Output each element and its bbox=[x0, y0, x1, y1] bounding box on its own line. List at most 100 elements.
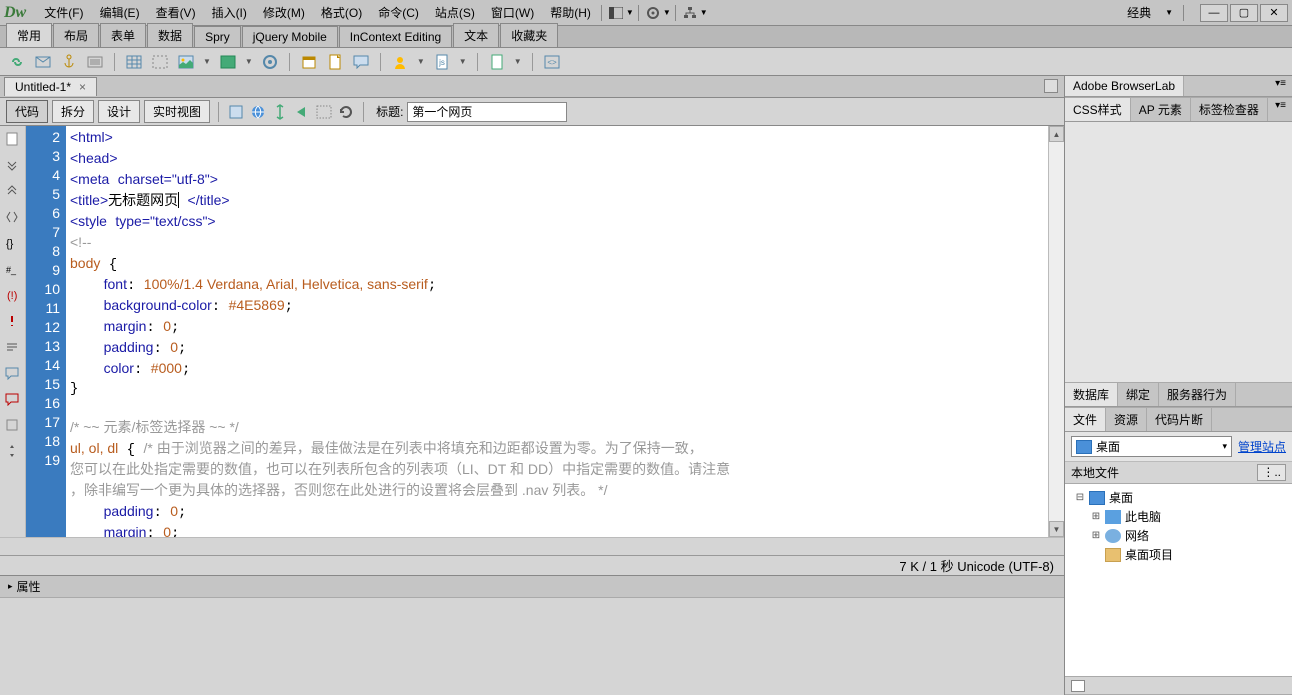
menu-view[interactable]: 查看(V) bbox=[150, 2, 202, 23]
line-numbers-icon[interactable]: #_ bbox=[5, 262, 21, 278]
email-link-icon[interactable] bbox=[34, 53, 52, 71]
media-icon[interactable] bbox=[219, 53, 237, 71]
hr-icon[interactable] bbox=[86, 53, 104, 71]
syntax-error-icon[interactable] bbox=[5, 314, 21, 330]
insert-tab-jquery[interactable]: jQuery Mobile bbox=[242, 26, 338, 47]
inspect-icon[interactable] bbox=[227, 103, 245, 121]
manage-sites-link[interactable]: 管理站点 bbox=[1238, 438, 1286, 455]
view-live-button[interactable]: 实时视图 bbox=[144, 100, 210, 123]
widget-icon[interactable] bbox=[261, 53, 279, 71]
panel-bindings[interactable]: 绑定 bbox=[1118, 383, 1159, 406]
open-docs-icon[interactable] bbox=[5, 132, 21, 148]
insert-panel-tabs: 常用 布局 表单 数据 Spry jQuery Mobile InContext… bbox=[0, 26, 1292, 48]
tree-row[interactable]: ⊞ 此电脑 bbox=[1071, 507, 1286, 526]
apply-comment-icon[interactable] bbox=[5, 366, 21, 382]
files-tree[interactable]: ⊟ 桌面 ⊞ 此电脑 ⊞ 网络 桌面项目 bbox=[1065, 484, 1292, 676]
insert-tab-text[interactable]: 文本 bbox=[453, 23, 499, 47]
tree-row[interactable]: ⊟ 桌面 bbox=[1071, 488, 1286, 507]
template-icon[interactable] bbox=[488, 53, 506, 71]
panel-css-styles[interactable]: CSS样式 bbox=[1065, 98, 1131, 121]
menu-commands[interactable]: 命令(C) bbox=[372, 2, 425, 23]
word-wrap-icon[interactable] bbox=[5, 340, 21, 356]
code-editor[interactable]: <html> <head> <meta charset="utf-8"> <ti… bbox=[66, 126, 1048, 537]
script-icon[interactable]: js bbox=[433, 53, 451, 71]
scroll-down-button[interactable]: ▼ bbox=[1049, 521, 1064, 537]
menu-help[interactable]: 帮助(H) bbox=[544, 2, 597, 23]
tag-selector-bar[interactable] bbox=[0, 537, 1064, 555]
properties-title[interactable]: 属性 bbox=[17, 578, 41, 595]
panel-menu-icon[interactable]: ▾≡ bbox=[1269, 98, 1292, 121]
comment-icon[interactable] bbox=[352, 53, 370, 71]
move-icon[interactable] bbox=[5, 444, 21, 460]
close-button[interactable]: ✕ bbox=[1260, 4, 1288, 22]
maximize-button[interactable]: ▢ bbox=[1230, 4, 1258, 22]
hyperlink-icon[interactable] bbox=[8, 53, 26, 71]
insert-tab-layout[interactable]: 布局 bbox=[53, 23, 99, 47]
menu-modify[interactable]: 修改(M) bbox=[257, 2, 311, 23]
menu-site[interactable]: 站点(S) bbox=[429, 2, 481, 23]
file-mgmt-icon[interactable] bbox=[271, 103, 289, 121]
insert-tab-data[interactable]: 数据 bbox=[147, 23, 193, 47]
menu-window[interactable]: 窗口(W) bbox=[485, 2, 540, 23]
files-log-icon[interactable] bbox=[1071, 680, 1085, 692]
site-dropdown[interactable]: 桌面 ▾ bbox=[1071, 436, 1232, 457]
panel-tag-inspector[interactable]: 标签检查器 bbox=[1191, 98, 1268, 121]
panel-menu-icon[interactable]: ▾≡ bbox=[1269, 76, 1292, 96]
view-design-button[interactable]: 设计 bbox=[98, 100, 140, 123]
expand-icon[interactable] bbox=[5, 184, 21, 200]
menu-insert[interactable]: 插入(I) bbox=[206, 2, 253, 23]
highlight-invalid-icon[interactable]: (!) bbox=[5, 288, 21, 304]
restore-doc-icon[interactable] bbox=[1044, 79, 1058, 93]
tree-row[interactable]: 桌面项目 bbox=[1071, 545, 1286, 564]
insert-tab-favorites[interactable]: 收藏夹 bbox=[500, 23, 558, 47]
select-parent-icon[interactable] bbox=[5, 210, 21, 226]
vertical-scrollbar[interactable]: ▲ ▼ bbox=[1048, 126, 1064, 537]
remove-comment-icon[interactable] bbox=[5, 392, 21, 408]
collapse-icon[interactable] bbox=[5, 158, 21, 174]
tag-chooser-icon[interactable]: <> bbox=[543, 53, 561, 71]
files-column-menu[interactable]: ⋮.. bbox=[1257, 464, 1286, 481]
div-icon[interactable] bbox=[151, 53, 169, 71]
menu-edit[interactable]: 编辑(E) bbox=[94, 2, 146, 23]
document-tab[interactable]: Untitled-1* × bbox=[4, 77, 97, 96]
insert-tab-common[interactable]: 常用 bbox=[6, 23, 52, 47]
ssi-icon[interactable] bbox=[326, 53, 344, 71]
panel-snippets[interactable]: 代码片断 bbox=[1147, 408, 1212, 431]
panel-databases[interactable]: 数据库 bbox=[1065, 383, 1118, 406]
panel-browserlab[interactable]: Adobe BrowserLab bbox=[1065, 76, 1184, 96]
extend-icon[interactable] bbox=[643, 3, 663, 23]
browser-preview-icon[interactable] bbox=[249, 103, 267, 121]
preview-debug-icon[interactable] bbox=[293, 103, 311, 121]
refresh-icon[interactable] bbox=[337, 103, 355, 121]
menu-file[interactable]: 文件(F) bbox=[38, 2, 89, 23]
desktop-icon bbox=[1076, 440, 1092, 454]
menu-format[interactable]: 格式(O) bbox=[315, 2, 368, 23]
anchor-icon[interactable] bbox=[60, 53, 78, 71]
files-column-header[interactable]: 本地文件 bbox=[1071, 464, 1119, 481]
page-title-input[interactable] bbox=[407, 102, 567, 122]
panel-ap-elements[interactable]: AP 元素 bbox=[1131, 98, 1191, 121]
insert-tab-forms[interactable]: 表单 bbox=[100, 23, 146, 47]
recent-snippets-icon[interactable] bbox=[5, 418, 21, 434]
date-icon[interactable] bbox=[300, 53, 318, 71]
layout-icon[interactable] bbox=[606, 3, 626, 23]
scroll-up-button[interactable]: ▲ bbox=[1049, 126, 1064, 142]
workspace-switcher[interactable]: 经典 bbox=[1119, 4, 1159, 21]
balance-braces-icon[interactable]: {} bbox=[5, 236, 21, 252]
head-icon[interactable] bbox=[391, 53, 409, 71]
view-code-button[interactable]: 代码 bbox=[6, 100, 48, 123]
close-tab-icon[interactable]: × bbox=[79, 80, 86, 94]
panel-server-behaviors[interactable]: 服务器行为 bbox=[1159, 383, 1236, 406]
svg-text:{}: {} bbox=[6, 238, 14, 250]
minimize-button[interactable]: — bbox=[1200, 4, 1228, 22]
panel-files[interactable]: 文件 bbox=[1065, 408, 1106, 431]
visual-aids-icon[interactable] bbox=[315, 103, 333, 121]
table-icon[interactable] bbox=[125, 53, 143, 71]
image-icon[interactable] bbox=[177, 53, 195, 71]
view-split-button[interactable]: 拆分 bbox=[52, 100, 94, 123]
panel-assets[interactable]: 资源 bbox=[1106, 408, 1147, 431]
insert-tab-spry[interactable]: Spry bbox=[194, 26, 241, 47]
site-icon[interactable] bbox=[680, 3, 700, 23]
insert-tab-incontext[interactable]: InContext Editing bbox=[339, 26, 452, 47]
tree-row[interactable]: ⊞ 网络 bbox=[1071, 526, 1286, 545]
